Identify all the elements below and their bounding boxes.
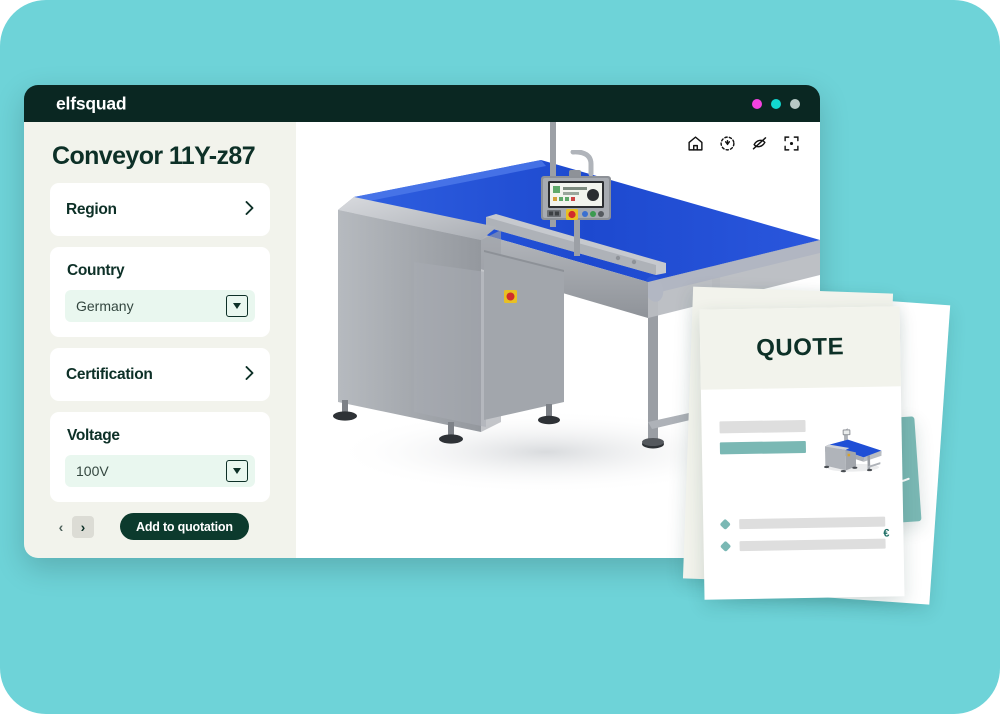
option-country-label: Country — [67, 262, 125, 279]
screenshot-root: elfsquad Conveyor 11Y-z87 Region Country — [0, 0, 1000, 714]
quote-meta-bar-teal — [719, 440, 806, 455]
sidebar-footer: ‹ › Add to quotation — [50, 513, 270, 540]
quote-document[interactable]: QUOTE € — [699, 306, 905, 600]
window-dot-magenta[interactable] — [752, 98, 762, 109]
option-certification[interactable]: Certification — [50, 348, 270, 401]
option-voltage-label: Voltage — [67, 427, 120, 444]
home-icon[interactable] — [686, 134, 704, 152]
next-step-button[interactable]: › — [72, 515, 94, 538]
option-region[interactable]: Region — [50, 183, 270, 236]
quote-line-items — [719, 516, 886, 553]
country-select-value: Germany — [76, 298, 134, 314]
chevron-down-icon[interactable] — [226, 460, 248, 482]
line-placeholder — [739, 516, 886, 530]
quote-meta-bar-grey — [719, 419, 806, 434]
orbit-icon[interactable] — [718, 134, 736, 152]
quote-product-thumbnail — [819, 415, 884, 488]
viewer-toolbar — [686, 134, 800, 152]
hide-icon[interactable] — [750, 134, 768, 152]
quote-summary-row — [719, 415, 884, 490]
option-country: Country Germany — [50, 247, 270, 337]
line-placeholder — [739, 538, 886, 552]
quote-title: QUOTE — [756, 333, 845, 362]
option-voltage: Voltage 100V — [50, 412, 270, 502]
bullet-icon — [719, 518, 731, 531]
chevron-right-icon — [245, 365, 254, 384]
page-title: Conveyor 11Y-z87 — [52, 142, 256, 170]
prev-step-button[interactable]: ‹ — [50, 516, 72, 538]
add-to-quotation-button[interactable]: Add to quotation — [120, 513, 249, 540]
currency-mark: € — [883, 527, 890, 540]
country-select[interactable]: Germany — [65, 290, 255, 322]
app-logo: elfsquad — [56, 93, 127, 113]
bullet-icon — [719, 540, 732, 553]
voltage-select-value: 100V — [76, 463, 109, 479]
quote-meta-placeholder — [719, 416, 806, 489]
option-certification-label: Certification — [66, 365, 153, 383]
chevron-right-icon — [245, 200, 254, 219]
voltage-select[interactable]: 100V — [65, 455, 255, 487]
quote-header: QUOTE — [699, 306, 901, 390]
hmi-control-panel[interactable] — [533, 150, 619, 258]
quote-document-stack: QUOTE € — [660, 280, 1000, 640]
option-region-label: Region — [66, 200, 117, 218]
list-item — [719, 516, 886, 531]
chevron-down-icon[interactable] — [226, 295, 248, 317]
list-item — [719, 538, 886, 553]
configurator-sidebar: Conveyor 11Y-z87 Region Country Germany — [24, 122, 296, 558]
window-dot-cyan[interactable] — [771, 98, 781, 109]
focus-icon[interactable] — [782, 134, 800, 152]
window-dot-grey[interactable] — [790, 98, 800, 109]
quote-body: € — [701, 386, 904, 553]
window-controls — [752, 98, 800, 109]
window-titlebar: elfsquad — [24, 85, 820, 122]
